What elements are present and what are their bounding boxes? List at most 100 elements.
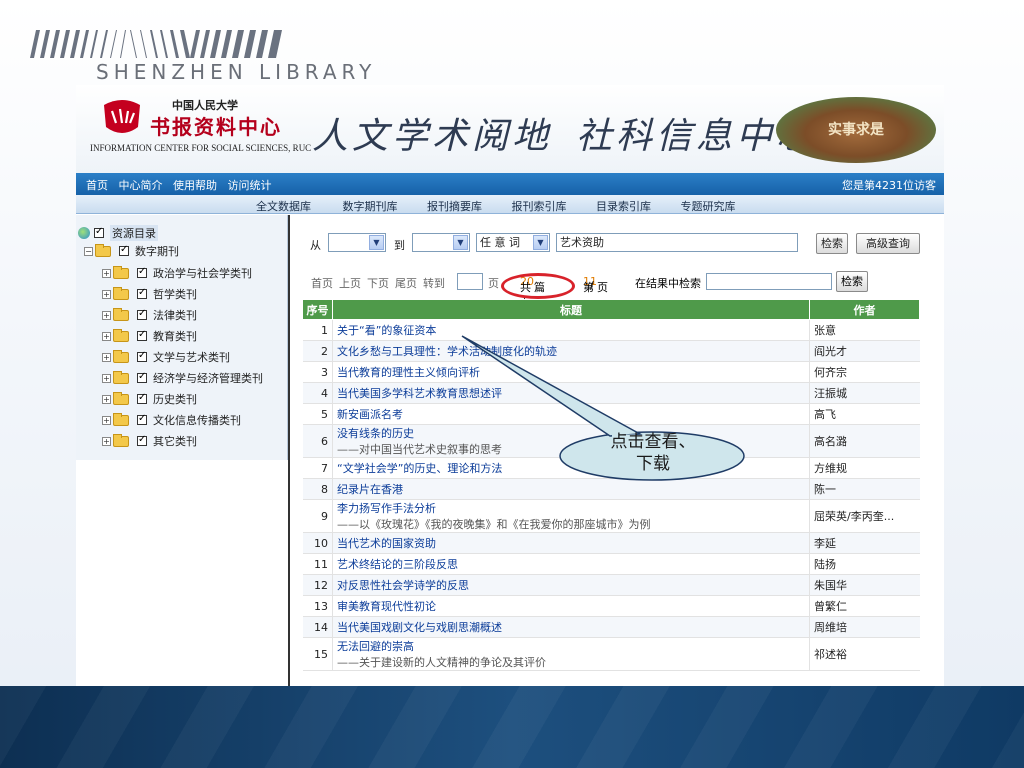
to-label: 到 <box>394 239 405 252</box>
folder-icon <box>113 349 129 363</box>
last-page-link[interactable]: 尾页 <box>395 275 417 291</box>
tree-category-0[interactable]: + 政治学与社会学类刊 <box>102 265 252 281</box>
expand-icon[interactable]: + <box>102 331 111 341</box>
search-within-input[interactable] <box>706 273 832 290</box>
category-checkbox[interactable] <box>137 392 147 404</box>
tree-category-7[interactable]: + 文化信息传播类刊 <box>102 412 241 428</box>
category-label: 政治学与社会学类刊 <box>153 267 252 280</box>
author-name: 高名潞 <box>809 424 920 458</box>
advanced-search-button[interactable]: 高级查询 <box>856 233 920 254</box>
next-page-link[interactable]: 下页 <box>367 275 389 291</box>
to-year-select[interactable]: ▼ <box>412 233 470 252</box>
article-title-link[interactable]: 当代美国多学科艺术教育思想述评 <box>332 382 810 404</box>
table-row: 12 对反思性社会学诗学的反思 朱国华 <box>302 574 920 596</box>
expand-icon[interactable]: + <box>102 289 111 299</box>
folder-open-icon <box>95 243 111 257</box>
chevron-down-icon[interactable]: ▼ <box>533 235 548 250</box>
category-checkbox[interactable] <box>137 287 147 299</box>
expand-icon[interactable]: + <box>102 268 111 278</box>
article-title-link[interactable]: 艺术终结论的三阶段反思 <box>332 553 810 575</box>
query-input[interactable]: 艺术资助 <box>556 233 798 252</box>
search-button[interactable]: 检索 <box>816 233 848 254</box>
author-name: 汪振城 <box>809 382 920 404</box>
expand-icon[interactable]: + <box>102 415 111 425</box>
row-number: 14 <box>302 616 333 638</box>
panel-divider <box>288 215 290 686</box>
expand-icon[interactable]: + <box>102 352 111 362</box>
category-label: 文学与艺术类刊 <box>153 351 230 364</box>
tree-root-checkbox[interactable] <box>94 226 104 238</box>
db-special-topic-link[interactable]: 专题研究库 <box>681 200 736 213</box>
db-catalog-index-link[interactable]: 目录索引库 <box>596 200 651 213</box>
nav-stats-link[interactable]: 访问统计 <box>228 179 272 192</box>
author-name: 周维培 <box>809 616 920 638</box>
tree-category-8[interactable]: + 其它类刊 <box>102 433 197 449</box>
db-abstract-link[interactable]: 报刊摘要库 <box>427 200 482 213</box>
tree-category-2[interactable]: + 法律类刊 <box>102 307 197 323</box>
tree-digital-journals-checkbox[interactable] <box>119 244 129 256</box>
article-title-link[interactable]: 无法回避的崇高 ——关于建设新的人文精神的争论及其评价 <box>332 637 810 671</box>
prev-page-link[interactable]: 上页 <box>339 275 361 291</box>
tree-root[interactable]: 资源目录 <box>78 225 158 241</box>
field-select-value: 任 意 词 <box>480 236 520 249</box>
author-name: 方维规 <box>809 457 920 479</box>
tree-category-1[interactable]: + 哲学类刊 <box>102 286 197 302</box>
category-checkbox[interactable] <box>137 266 147 278</box>
row-number: 4 <box>302 382 333 404</box>
article-title-link[interactable]: 当代教育的理性主义倾向评析 <box>332 361 810 383</box>
rock-inscription: 实事求是 <box>828 122 884 138</box>
library-title: SHENZHEN LIBRARY <box>96 60 377 84</box>
chevron-down-icon[interactable]: ▼ <box>453 235 468 250</box>
category-label: 教育类刊 <box>153 330 197 343</box>
article-title-link[interactable]: 新安画派名考 <box>332 403 810 425</box>
tree-category-4[interactable]: + 文学与艺术类刊 <box>102 349 230 365</box>
expand-icon[interactable]: + <box>102 436 111 446</box>
article-title-link[interactable]: 当代美国戏剧文化与戏剧思潮概述 <box>332 616 810 638</box>
category-checkbox[interactable] <box>137 308 147 320</box>
db-fulltext-link[interactable]: 全文数据库 <box>256 200 311 213</box>
category-checkbox[interactable] <box>137 434 147 446</box>
article-title-link[interactable]: 当代艺术的国家资助 <box>332 532 810 554</box>
tree-category-5[interactable]: + 经济学与经济管理类刊 <box>102 370 263 386</box>
collapse-icon[interactable]: − <box>84 246 93 256</box>
article-title-link[interactable]: 纪录片在香港 <box>332 478 810 500</box>
category-checkbox[interactable] <box>137 413 147 425</box>
tree-category-6[interactable]: + 历史类刊 <box>102 391 197 407</box>
from-year-select[interactable]: ▼ <box>328 233 386 252</box>
article-title-link[interactable]: 对反思性社会学诗学的反思 <box>332 574 810 596</box>
row-number: 11 <box>302 553 333 575</box>
article-title-link[interactable]: 李力扬写作手法分析 ——以《玫瑰花》《我的夜晚集》和《在我爱你的那座城市》为例 <box>332 499 810 533</box>
expand-icon[interactable]: + <box>102 310 111 320</box>
results-table: 序号 标题 作者 1 关于“看”的象征资本 张意 2 文化乡愁与工具理性：学术活动制度… <box>302 299 920 671</box>
goto-page-input[interactable] <box>457 273 483 290</box>
article-title-link[interactable]: 文化乡愁与工具理性：学术活动制度化的轨迹 <box>332 340 810 362</box>
category-checkbox[interactable] <box>137 350 147 362</box>
nav-about-link[interactable]: 中心简介 <box>119 179 163 192</box>
author-name: 朱国华 <box>809 574 920 596</box>
row-number: 6 <box>302 424 333 458</box>
nav-help-link[interactable]: 使用帮助 <box>173 179 217 192</box>
author-name: 陆扬 <box>809 553 920 575</box>
category-label: 其它类刊 <box>153 435 197 448</box>
field-select[interactable]: 任 意 词 ▼ <box>476 233 550 252</box>
tree-digital-journals[interactable]: − 数字期刊 <box>84 243 179 259</box>
db-index-link[interactable]: 报刊索引库 <box>512 200 567 213</box>
expand-icon[interactable]: + <box>102 394 111 404</box>
category-checkbox[interactable] <box>137 329 147 341</box>
article-subtitle: ——关于建设新的人文精神的争论及其评价 <box>337 656 546 669</box>
db-digital-journal-link[interactable]: 数字期刊库 <box>343 200 398 213</box>
table-row: 11 艺术终结论的三阶段反思 陆扬 <box>302 553 920 575</box>
row-number: 15 <box>302 637 333 671</box>
tree-category-3[interactable]: + 教育类刊 <box>102 328 197 344</box>
expand-icon[interactable]: + <box>102 373 111 383</box>
search-within-button[interactable]: 检索 <box>836 271 868 292</box>
category-checkbox[interactable] <box>137 371 147 383</box>
rock-image: 实事求是 <box>776 97 936 163</box>
article-title-link[interactable]: 关于“看”的象征资本 <box>332 319 810 341</box>
nav-home-link[interactable]: 首页 <box>86 179 108 192</box>
article-title-link[interactable]: 审美教育现代性初论 <box>332 595 810 617</box>
first-page-link[interactable]: 首页 <box>311 275 333 291</box>
row-number: 12 <box>302 574 333 596</box>
chevron-down-icon[interactable]: ▼ <box>369 235 384 250</box>
site-banner: 中国人民大学 书报资料中心 INFORMATION CENTER FOR SOC… <box>76 85 944 173</box>
